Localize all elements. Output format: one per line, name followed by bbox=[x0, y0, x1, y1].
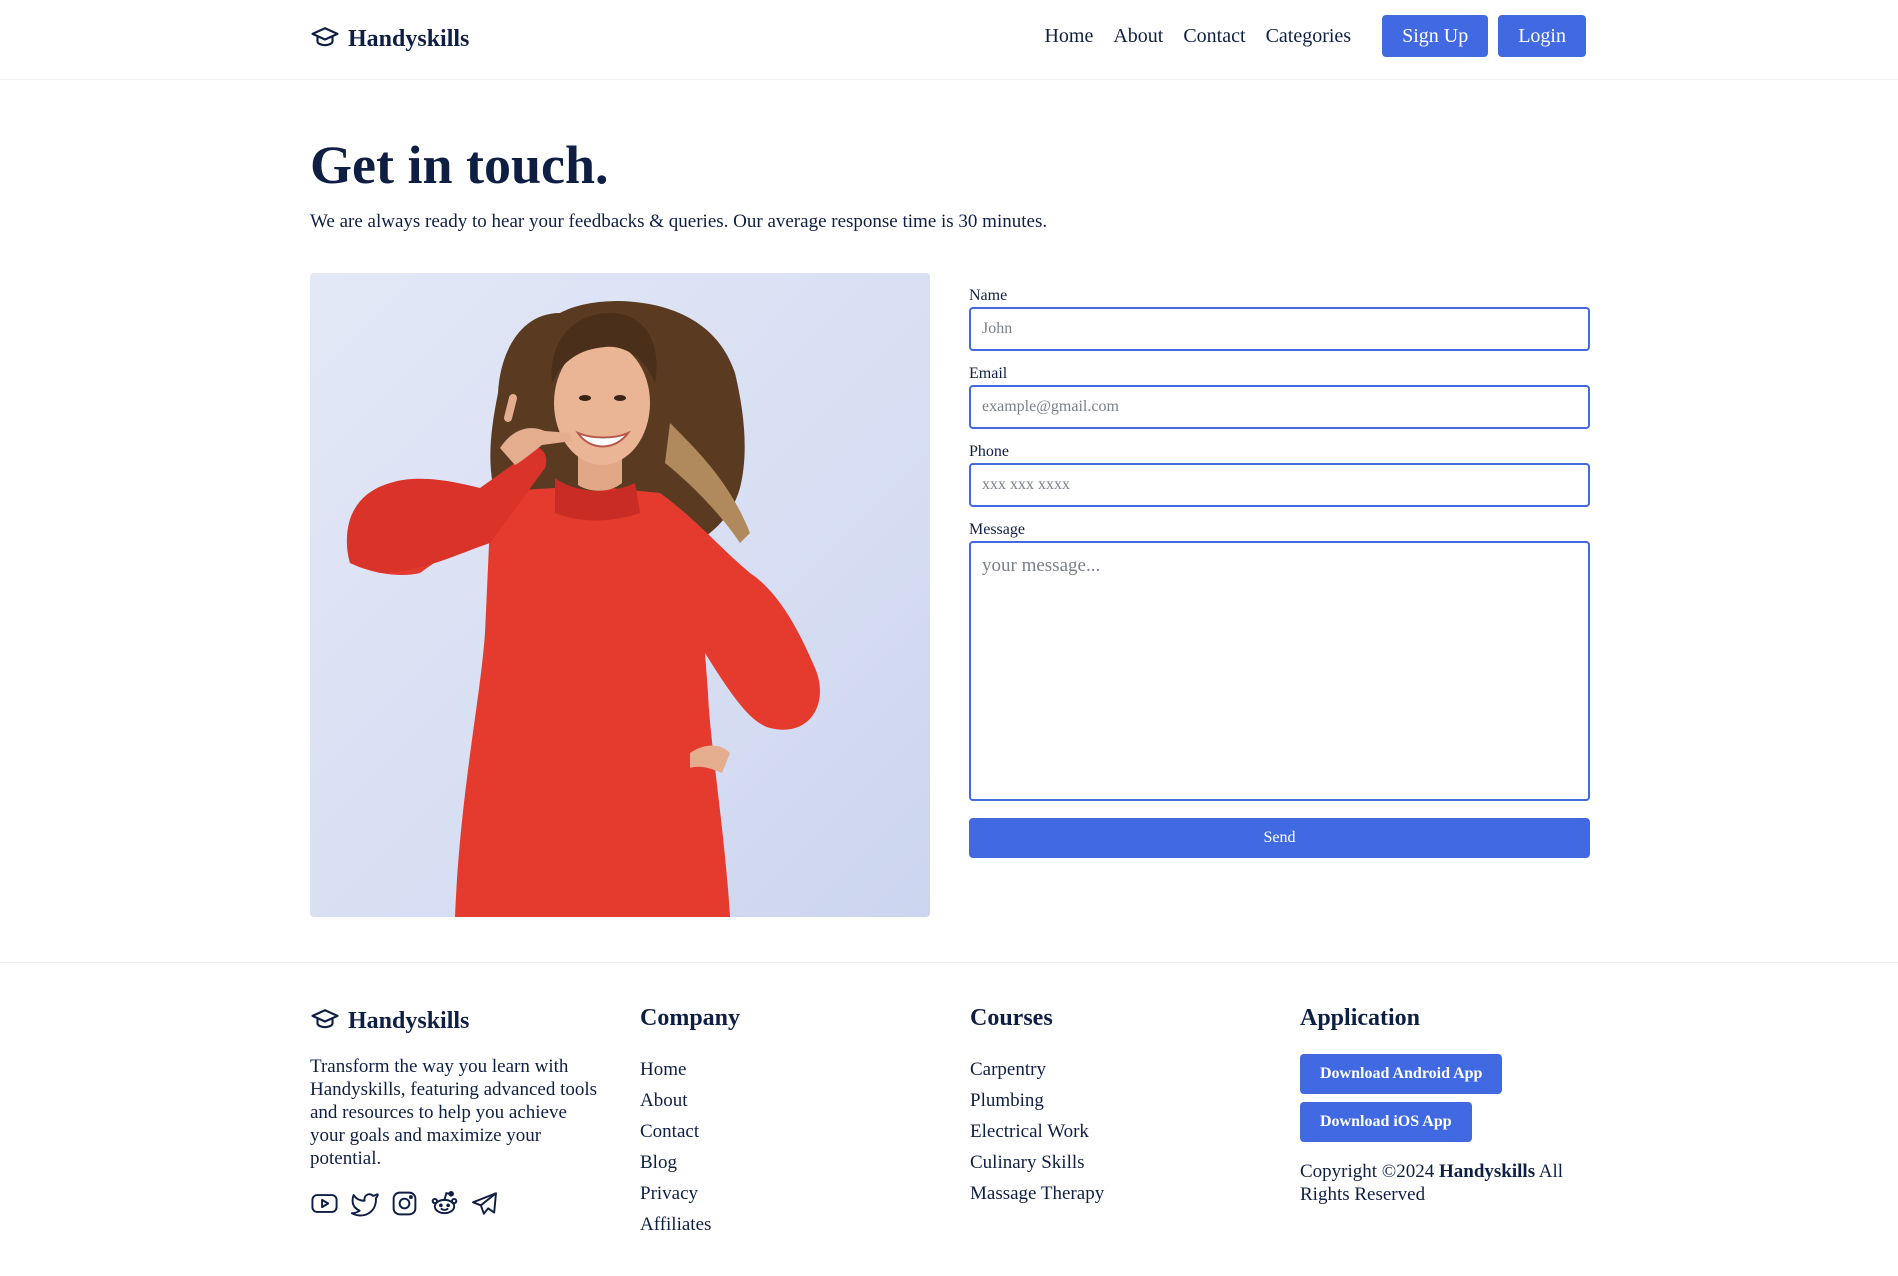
message-label: Message bbox=[969, 521, 1025, 538]
graduation-cap-icon bbox=[310, 22, 340, 57]
footer-link-blog[interactable]: Blog bbox=[640, 1147, 740, 1178]
course-link-culinary-skills[interactable]: Culinary Skills bbox=[970, 1147, 1104, 1178]
copyright-prefix: Copyright ©2024 bbox=[1300, 1161, 1439, 1182]
footer-link-contact[interactable]: Contact bbox=[640, 1116, 740, 1147]
copyright-text: Copyright ©2024 Handyskills All Rights R… bbox=[1300, 1160, 1600, 1206]
company-heading: Company bbox=[640, 1005, 741, 1031]
footer-logo[interactable]: Handyskills bbox=[310, 1004, 469, 1039]
contact-photo bbox=[310, 273, 930, 917]
reddit-icon[interactable] bbox=[430, 1189, 459, 1218]
footer-link-affiliates[interactable]: Affiliates bbox=[640, 1209, 740, 1240]
copyright-brand: Handyskills bbox=[1439, 1161, 1536, 1182]
phone-field-group: Phone bbox=[969, 443, 1590, 507]
twitter-icon[interactable] bbox=[350, 1189, 379, 1218]
course-link-massage-therapy[interactable]: Massage Therapy bbox=[970, 1178, 1104, 1209]
youtube-icon[interactable] bbox=[310, 1189, 339, 1218]
application-heading: Application bbox=[1300, 1005, 1421, 1031]
courses-heading: Courses bbox=[970, 1005, 1053, 1031]
nav-link-contact[interactable]: Contact bbox=[1183, 25, 1245, 48]
instagram-icon[interactable] bbox=[390, 1189, 419, 1218]
page-subtitle: We are always ready to hear your feedbac… bbox=[310, 211, 1048, 232]
login-button[interactable]: Login bbox=[1498, 15, 1586, 57]
nav-link-categories[interactable]: Categories bbox=[1266, 25, 1352, 48]
page-title: Get in touch. bbox=[310, 135, 609, 195]
course-link-plumbing[interactable]: Plumbing bbox=[970, 1085, 1104, 1116]
message-field-group: Message bbox=[969, 521, 1590, 806]
telegram-icon[interactable] bbox=[470, 1189, 499, 1218]
footer-company-column: Company Home About Contact Blog Privacy … bbox=[640, 1004, 740, 1240]
email-input[interactable] bbox=[969, 385, 1590, 429]
message-textarea[interactable] bbox=[969, 541, 1590, 801]
download-ios-button[interactable]: Download iOS App bbox=[1300, 1102, 1472, 1142]
download-android-button[interactable]: Download Android App bbox=[1300, 1054, 1503, 1094]
main-nav: Home About Contact Categories Sign Up Lo… bbox=[1044, 15, 1586, 57]
footer-brand-name: Handyskills bbox=[348, 1008, 470, 1034]
phone-label: Phone bbox=[969, 443, 1009, 460]
brand-name: Handyskills bbox=[348, 26, 470, 52]
email-field-group: Email bbox=[969, 365, 1590, 429]
graduation-cap-icon bbox=[310, 1004, 340, 1039]
footer-courses-column: Courses Carpentry Plumbing Electrical Wo… bbox=[970, 1004, 1104, 1209]
name-input[interactable] bbox=[969, 307, 1590, 351]
nav-link-home[interactable]: Home bbox=[1044, 25, 1093, 48]
footer-link-about[interactable]: About bbox=[640, 1085, 740, 1116]
footer-application-column: Application Download Android App Downloa… bbox=[1300, 1004, 1600, 1206]
site-header: Handyskills Home About Contact Categorie… bbox=[0, 0, 1898, 80]
footer-description: Transform the way you learn with Handysk… bbox=[310, 1056, 598, 1169]
name-label: Name bbox=[969, 287, 1008, 304]
header-logo[interactable]: Handyskills bbox=[310, 22, 469, 57]
nav-link-about[interactable]: About bbox=[1113, 25, 1163, 48]
footer-link-home[interactable]: Home bbox=[640, 1054, 740, 1085]
sign-up-button[interactable]: Sign Up bbox=[1382, 15, 1489, 57]
phone-input[interactable] bbox=[969, 463, 1590, 507]
site-footer: Handyskills Transform the way you learn … bbox=[0, 962, 1898, 1276]
course-link-carpentry[interactable]: Carpentry bbox=[970, 1054, 1104, 1085]
send-button[interactable]: Send bbox=[969, 818, 1590, 858]
email-label: Email bbox=[969, 365, 1008, 382]
footer-link-privacy[interactable]: Privacy bbox=[640, 1178, 740, 1209]
contact-form: Name Email Phone Message Send bbox=[969, 287, 1590, 858]
course-link-electrical-work[interactable]: Electrical Work bbox=[970, 1116, 1104, 1147]
social-links bbox=[310, 1189, 499, 1218]
name-field-group: Name bbox=[969, 287, 1590, 351]
